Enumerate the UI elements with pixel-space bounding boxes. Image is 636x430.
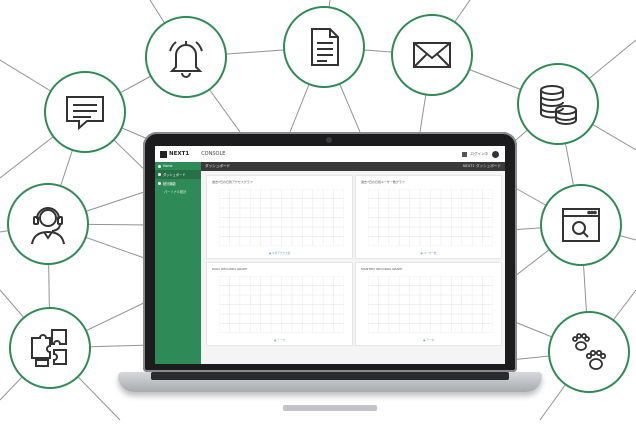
- chart-panel-3: DAILY RECORDS GRAPH ● データ: [206, 262, 353, 346]
- paw-prints-bubble: [548, 311, 630, 393]
- page-title: ダッシュボード: [205, 164, 231, 168]
- avatar[interactable]: [492, 150, 499, 158]
- header-breadcrumb: NEXT1 ダッシュボード: [462, 164, 501, 168]
- chart-panel-4: MONTHLY RECORDS GRAPH ● データ: [355, 262, 502, 346]
- notification-icon[interactable]: [461, 151, 467, 157]
- console-link[interactable]: CONSOLE: [201, 151, 225, 157]
- search-window-bubble: [540, 184, 622, 266]
- chat-bubble: [44, 71, 126, 153]
- home-icon: [158, 164, 161, 168]
- panel-title: 過去7日の日別ユーザー数グラフ: [361, 180, 405, 184]
- laptop-trackpad: [283, 405, 377, 411]
- panel-legend: ● 平均アクセス数: [268, 252, 291, 255]
- laptop-lid: NEXT1 CONSOLE ログイン中 Home ダッシュボード 統計機能 パー…: [143, 132, 517, 372]
- document-icon: [311, 28, 339, 66]
- webcam: [326, 137, 332, 143]
- chart-panel-1: 過去7日の日別アクセスグラフ ● 平均アクセス数: [206, 175, 353, 259]
- bell-bubble: [145, 16, 227, 98]
- bell-icon: [169, 41, 203, 78]
- coins-bubble: [517, 63, 599, 145]
- mail-bubble: [391, 14, 473, 96]
- panel-legend: ● データ: [423, 339, 434, 342]
- sidebar-subitem-personal[interactable]: パーソナル統計: [155, 188, 201, 195]
- sidebar-item-stats[interactable]: 統計機能: [155, 179, 201, 188]
- chart-grid: [219, 189, 344, 246]
- support-agent-icon: [31, 207, 65, 245]
- laptop-keyboard: [151, 372, 509, 380]
- paw-prints-icon: [572, 333, 607, 370]
- laptop-screen: NEXT1 CONSOLE ログイン中 Home ダッシュボード 統計機能 パー…: [155, 146, 505, 364]
- sidebar-item-home[interactable]: Home: [155, 162, 201, 170]
- sidebar-item-dashboard[interactable]: ダッシュボード: [155, 170, 201, 179]
- coins-icon: [540, 85, 577, 125]
- logo-icon: [160, 150, 167, 158]
- panel-legend: ● ユーザー数: [420, 252, 437, 255]
- chart-panel-2: 過去7日の日別ユーザー数グラフ ● ユーザー数: [355, 175, 502, 259]
- chart-grid: [368, 276, 493, 333]
- chat-icon: [66, 96, 104, 131]
- panel-title: 過去7日の日別アクセスグラフ: [212, 180, 253, 184]
- mail-icon: [413, 42, 451, 68]
- brand-name: NEXT1: [169, 151, 190, 157]
- panel-title: DAILY RECORDS GRAPH: [212, 267, 248, 271]
- panel-title: MONTHLY RECORDS GRAPH: [361, 267, 403, 271]
- chart-grid: [368, 189, 493, 246]
- dashboard-icon: [158, 173, 161, 176]
- puzzle-bubble: [9, 307, 91, 389]
- document-bubble: [283, 6, 365, 88]
- chart-grid: [219, 276, 344, 333]
- puzzle-icon: [31, 329, 67, 367]
- sidebar: Home ダッシュボード 統計機能 パーソナル統計: [155, 162, 201, 364]
- page-header: ダッシュボード NEXT1 ダッシュボード: [201, 162, 505, 171]
- panel-legend: ● データ: [274, 339, 285, 342]
- support-agent-bubble: [7, 183, 89, 265]
- stats-icon: [158, 182, 161, 185]
- search-window-icon: [562, 208, 600, 242]
- top-bar: NEXT1 CONSOLE ログイン中: [155, 146, 505, 163]
- user-status: ログイン中: [470, 151, 489, 156]
